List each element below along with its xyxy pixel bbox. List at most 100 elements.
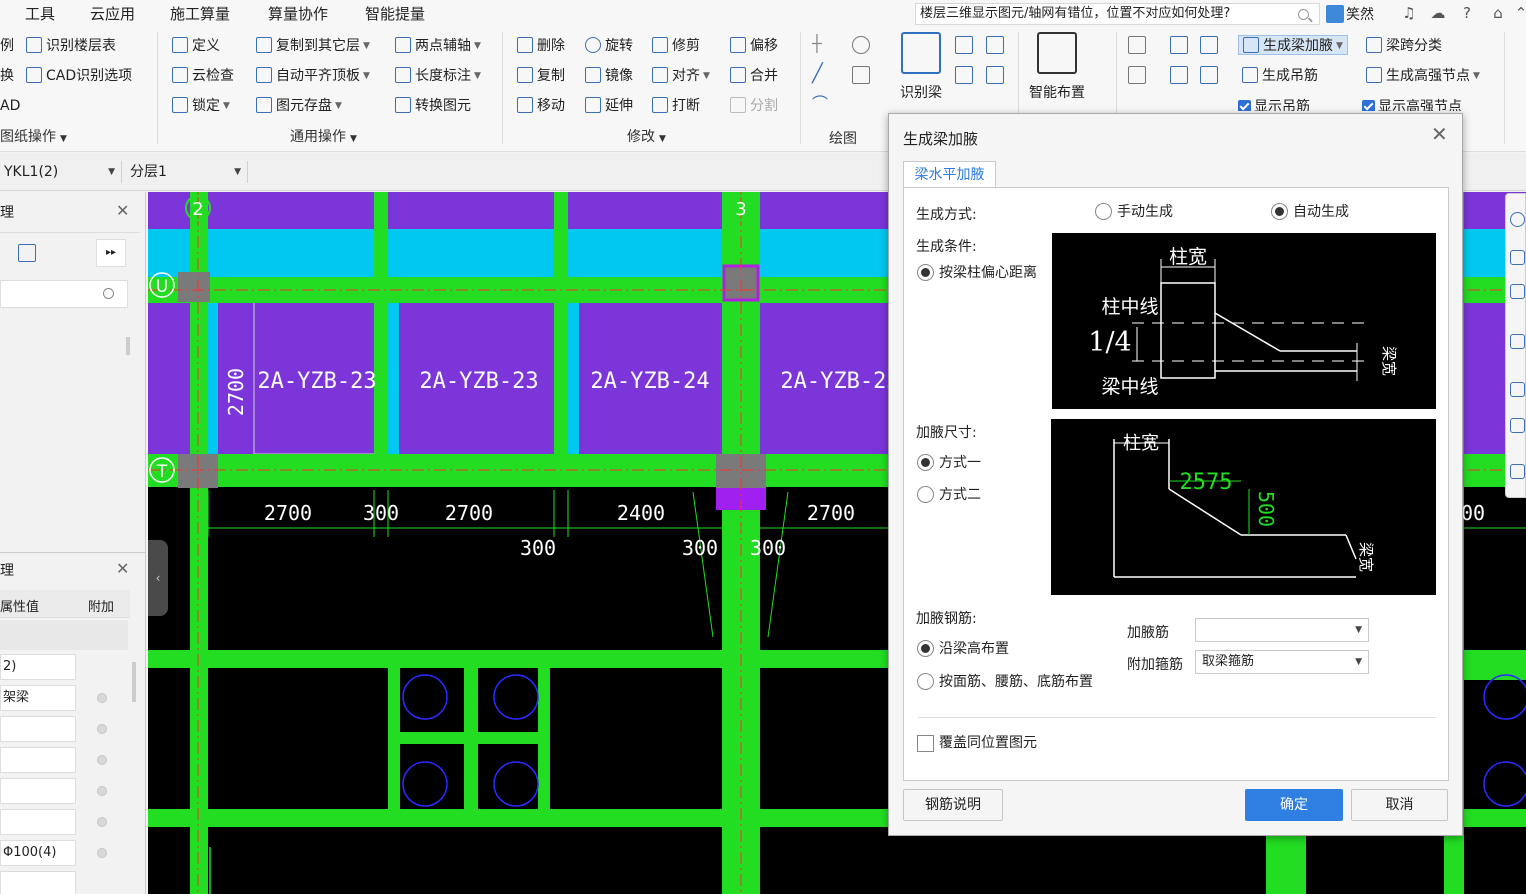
checkbox[interactable]	[97, 693, 107, 703]
headset-icon[interactable]: ♫	[1400, 4, 1418, 22]
layer-select[interactable]: 分层1 ▼	[126, 161, 248, 183]
merge-button[interactable]: 合并	[730, 66, 778, 86]
prop-row[interactable]: 2)	[0, 654, 76, 680]
mirror-button[interactable]: 镜像	[585, 66, 633, 86]
prop-row[interactable]	[0, 716, 76, 742]
copy-icon[interactable]	[18, 244, 36, 262]
scrollbar[interactable]	[126, 337, 130, 355]
generate-hanger-button[interactable]: 生成吊筋	[1242, 66, 1318, 86]
two-point-axis-button[interactable]: 两点辅轴 ▼	[395, 36, 481, 56]
prop-row[interactable]: 架梁	[0, 685, 76, 711]
menu-construction[interactable]: 施工算量	[170, 3, 230, 24]
method2-radio[interactable]: 方式二	[917, 486, 981, 504]
menu-smart[interactable]: 智能提量	[365, 3, 425, 24]
recognize-beam-button[interactable]: 识别梁	[896, 32, 946, 102]
component-select[interactable]: YKL1(2) ▼	[0, 161, 122, 183]
menu-cloud[interactable]: 云应用	[90, 3, 135, 24]
define-button[interactable]: 定义	[172, 36, 220, 56]
manual-radio[interactable]: 手动生成	[1095, 203, 1173, 221]
identify-icon-2[interactable]	[986, 36, 1004, 54]
arc-icon[interactable]	[852, 36, 870, 54]
split-button[interactable]: 分割	[730, 96, 778, 116]
beam-tool-icon-4[interactable]	[1128, 66, 1146, 84]
checkbox[interactable]	[97, 724, 107, 734]
identify-floor-table-button[interactable]: 识别楼层表	[26, 36, 116, 56]
smart-layout-button[interactable]: 智能布置	[1026, 32, 1088, 102]
search-input[interactable]	[0, 280, 128, 308]
beam-tool-icon-6[interactable]	[1200, 66, 1218, 84]
align-button[interactable]: 对齐 ▼	[652, 66, 710, 86]
scrollbar[interactable]	[132, 662, 136, 702]
shirt-icon[interactable]: ⌂	[1489, 4, 1507, 22]
list-icon[interactable]	[1510, 464, 1525, 479]
checkbox[interactable]	[97, 817, 107, 827]
auto-radio[interactable]: 自动生成	[1271, 203, 1349, 221]
high-strength-node-button[interactable]: 生成高强节点 ▼	[1366, 66, 1480, 86]
haunch-rebar-select[interactable]: ▼	[1195, 618, 1369, 642]
rebar-by-bars-radio[interactable]: 按面筋、腰筋、底筋布置	[917, 673, 1093, 691]
checkbox[interactable]	[97, 848, 107, 858]
checkbox[interactable]	[97, 786, 107, 796]
close-icon[interactable]: ✕	[1431, 124, 1448, 144]
beam-tool-icon-3[interactable]	[1200, 36, 1218, 54]
copy-to-layer-button[interactable]: 复制到其它层 ▼	[256, 36, 370, 56]
delete-button[interactable]: 删除	[517, 36, 565, 56]
collapse-icon[interactable]: ⌃	[1512, 4, 1526, 22]
orbit-icon[interactable]	[1510, 212, 1525, 227]
method1-radio[interactable]: 方式一	[917, 454, 981, 472]
break-button[interactable]: 打断	[652, 96, 700, 116]
move-button[interactable]: 移动	[517, 96, 565, 116]
cancel-button[interactable]: 取消	[1351, 789, 1448, 821]
extra-stirrup-select[interactable]: 取梁箍筋 ▼	[1195, 650, 1369, 674]
trim-button[interactable]: 修剪	[652, 36, 700, 56]
group-label-general[interactable]: 通用操作 ▼	[290, 126, 357, 146]
prop-row[interactable]	[0, 871, 76, 894]
prop-row[interactable]: Φ100(4)	[0, 840, 76, 866]
show-hanger-checkbox[interactable]: 显示吊筋	[1238, 97, 1310, 111]
rotate-button[interactable]: 旋转	[585, 36, 633, 56]
ok-button[interactable]: 确定	[1245, 789, 1343, 821]
collapse-handle[interactable]: ‹	[148, 540, 168, 616]
layer-icon[interactable]	[1510, 418, 1525, 433]
group-label-modify[interactable]: 修改 ▼	[627, 126, 666, 146]
beam-tool-icon-1[interactable]	[1128, 36, 1146, 54]
point-icon[interactable]: ┼	[812, 36, 830, 54]
save-element-button[interactable]: 图元存盘 ▼	[256, 96, 342, 116]
cond-eccentric-radio[interactable]: 按梁柱偏心距离	[917, 264, 1037, 282]
curve-icon[interactable]: ⌒	[812, 96, 830, 114]
group-label-drawing[interactable]: 图纸操作 ▼	[0, 126, 67, 146]
menu-collab[interactable]: 算量协作	[268, 3, 328, 24]
generate-haunch-button[interactable]: 生成梁加腋 ▼	[1238, 35, 1348, 55]
close-icon[interactable]: ✕	[116, 559, 129, 578]
extend-button[interactable]: 延伸	[585, 96, 633, 116]
prop-row[interactable]	[0, 747, 76, 773]
help-icon[interactable]: ?	[1458, 4, 1476, 22]
menu-tools[interactable]: 工具	[25, 3, 55, 24]
identify-icon-1[interactable]	[955, 36, 973, 54]
rebar-help-button[interactable]: 钢筋说明	[903, 789, 1003, 821]
overwrite-checkbox[interactable]: 覆盖同位置图元	[917, 734, 1037, 752]
prop-row[interactable]	[0, 809, 76, 835]
rebar-along-height-radio[interactable]: 沿梁高布置	[917, 640, 1009, 658]
view-icon[interactable]	[1510, 284, 1525, 299]
more-icon[interactable]: ▸▸	[96, 239, 126, 267]
convert-element-button[interactable]: 转换图元	[395, 96, 471, 116]
beam-tool-icon-5[interactable]	[1170, 66, 1188, 84]
cad-options-button[interactable]: CAD识别选项	[26, 66, 132, 86]
offset-button[interactable]: 偏移	[730, 36, 778, 56]
span-classify-button[interactable]: 梁跨分类	[1366, 36, 1442, 56]
auto-align-button[interactable]: 自动平齐顶板 ▼	[256, 66, 370, 86]
prop-row[interactable]	[0, 778, 76, 804]
line-icon[interactable]: ╱	[812, 65, 830, 84]
beam-tool-icon-2[interactable]	[1170, 36, 1188, 54]
chat-icon[interactable]: ☁	[1429, 4, 1447, 22]
search-icon[interactable]	[1298, 9, 1309, 20]
3d-icon[interactable]	[1510, 250, 1525, 265]
identify-icon-3[interactable]	[955, 66, 973, 84]
copy-button[interactable]: 复制	[517, 66, 565, 86]
cloud-check-button[interactable]: 云检查	[172, 66, 234, 86]
cube-icon[interactable]	[1510, 334, 1525, 349]
lock-button[interactable]: 锁定 ▼	[172, 96, 230, 116]
tab-horizontal-haunch[interactable]: 梁水平加腋	[903, 161, 996, 188]
search-input[interactable]: 楼层三维显示图元/轴网有错位，位置不对应如何处理?	[915, 3, 1320, 25]
